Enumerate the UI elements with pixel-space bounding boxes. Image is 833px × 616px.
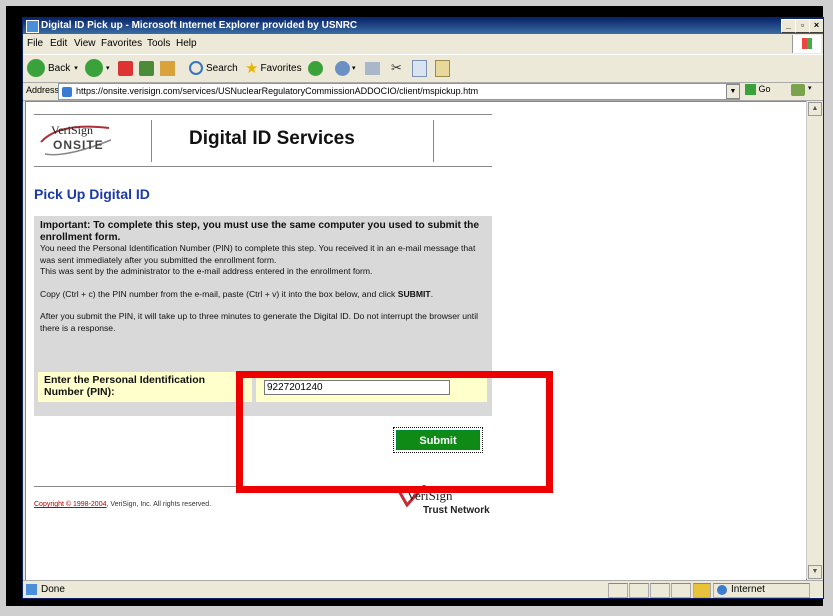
menu-help[interactable]: Help [176,38,197,49]
important-text: Important: To complete this step, you mu… [40,220,480,243]
printer-icon [365,61,380,75]
favorites-button[interactable]: ★ Favorites [245,58,302,78]
back-button[interactable]: Back ▾ [27,58,78,78]
scissors-icon: ✂ [391,60,402,75]
maximize-button[interactable]: ▫ [795,19,810,33]
address-input[interactable]: https://onsite.verisign.com/services/USN… [58,83,740,100]
title-bar: Digital ID Pick up - Microsoft Internet … [23,18,823,34]
home-icon [160,60,175,76]
section-title: Pick Up Digital ID [34,186,150,202]
copyright-link[interactable]: Copyright © 1998-2004 [34,501,106,508]
status-bar: Done Internet [23,580,823,598]
status-cell [608,583,628,598]
header-top-rule [34,114,492,115]
scroll-up-icon[interactable]: ▲ [808,102,822,116]
address-bar: Address https://onsite.verisign.com/serv… [23,82,823,101]
forward-arrow-icon [85,59,103,77]
menu-bar: File Edit View Favorites Tools Help [23,35,823,53]
star-icon: ★ [245,60,259,77]
header-divider [433,120,434,162]
mail-button[interactable]: ▾ [335,58,356,78]
favorites-label: Favorites [260,62,302,74]
cut-button[interactable]: ✂ [391,58,402,78]
pin-label: Enter the Personal Identification Number… [38,372,252,402]
search-button[interactable]: Search [189,58,238,78]
verisign-onsite-logo: VeriSign ONSITE [39,118,121,158]
status-cell [650,583,670,598]
stop-button[interactable] [118,58,133,78]
logo-divider [151,120,152,162]
close-button[interactable]: × [809,19,823,33]
logo-onsite-text: ONSITE [53,138,104,152]
para3-submit-word: SUBMIT [397,288,431,299]
page-content: VeriSign ONSITE Digital ID Services Pick… [25,101,807,581]
print-button[interactable] [365,58,380,78]
search-label: Search [206,62,238,74]
mail-icon [335,60,350,76]
windows-flag-icon [792,35,821,53]
toolbar: Back ▾ ▾ Search ★ Favorites ▾ ✂ [23,54,823,83]
scroll-down-icon[interactable]: ▼ [808,565,822,579]
go-arrow-icon [745,84,756,96]
footer-logo-subtext: Trust Network [423,505,490,516]
stop-icon [118,60,133,76]
zone-cell: Internet [713,583,810,598]
page-header-title: Digital ID Services [189,128,355,149]
chevron-down-icon: ▾ [106,65,110,72]
instruction-para-1: You need the Personal Identification Num… [40,243,476,265]
menu-edit[interactable]: Edit [50,38,67,49]
home-button[interactable] [160,58,175,78]
status-cell [671,583,691,598]
chevron-down-icon[interactable]: ▾ [808,84,812,92]
highlight-rectangle [236,371,553,493]
instruction-para-3: Copy (Ctrl + c) the PIN number from the … [40,289,486,301]
para3-text: Copy (Ctrl + c) the PIN number from the … [40,288,398,299]
lock-icon [693,583,711,598]
chevron-down-icon: ▾ [352,65,356,72]
instruction-para-4: After you submit the PIN, it will take u… [40,311,479,333]
ie-icon [26,20,39,33]
copyright: Copyright © 1998-2004, VeriSign, Inc. Al… [34,501,211,508]
status-cell [629,583,649,598]
address-dropdown-button[interactable]: ▼ [726,84,740,99]
minimize-button[interactable]: _ [781,19,796,33]
refresh-button[interactable] [139,58,154,78]
zone-text: Internet [731,584,765,595]
address-label: Address [26,85,60,95]
window-title: Digital ID Pick up - Microsoft Internet … [41,20,358,31]
copyright-text: , VeriSign, Inc. All rights reserved. [106,501,212,508]
menu-tools[interactable]: Tools [147,38,170,49]
para3-period: . [430,288,434,299]
vertical-scrollbar[interactable]: ▲ ▼ [806,101,822,579]
go-button[interactable]: Go [745,84,771,96]
links-icon[interactable] [791,84,805,96]
forward-button[interactable]: ▾ [85,58,110,78]
history-icon [308,60,323,76]
copy-icon [412,59,427,77]
page-icon [62,86,72,97]
instruction-para-2: This was sent by the administrator to th… [40,266,373,276]
paste-icon [435,59,450,77]
logo-verisign-text: VeriSign [51,123,93,137]
menu-file[interactable]: File [27,38,43,49]
globe-icon [717,585,727,595]
instructions-box: Important: To complete this step, you mu… [34,216,492,368]
search-icon [189,61,203,75]
chevron-down-icon: ▾ [74,65,78,72]
browser-window: Digital ID Pick up - Microsoft Internet … [22,17,824,599]
back-arrow-icon [27,59,45,77]
header-bottom-rule [34,166,492,167]
address-url: https://onsite.verisign.com/services/USN… [76,86,479,96]
paste-button[interactable] [435,58,450,78]
history-button[interactable] [308,58,323,78]
go-label: Go [758,84,771,94]
status-text: Done [41,584,65,595]
back-label: Back [48,62,71,74]
refresh-icon [139,60,154,76]
menu-view[interactable]: View [74,38,96,49]
page-done-icon [26,584,37,595]
menu-favorites[interactable]: Favorites [101,38,142,49]
copy-button[interactable] [412,58,427,78]
